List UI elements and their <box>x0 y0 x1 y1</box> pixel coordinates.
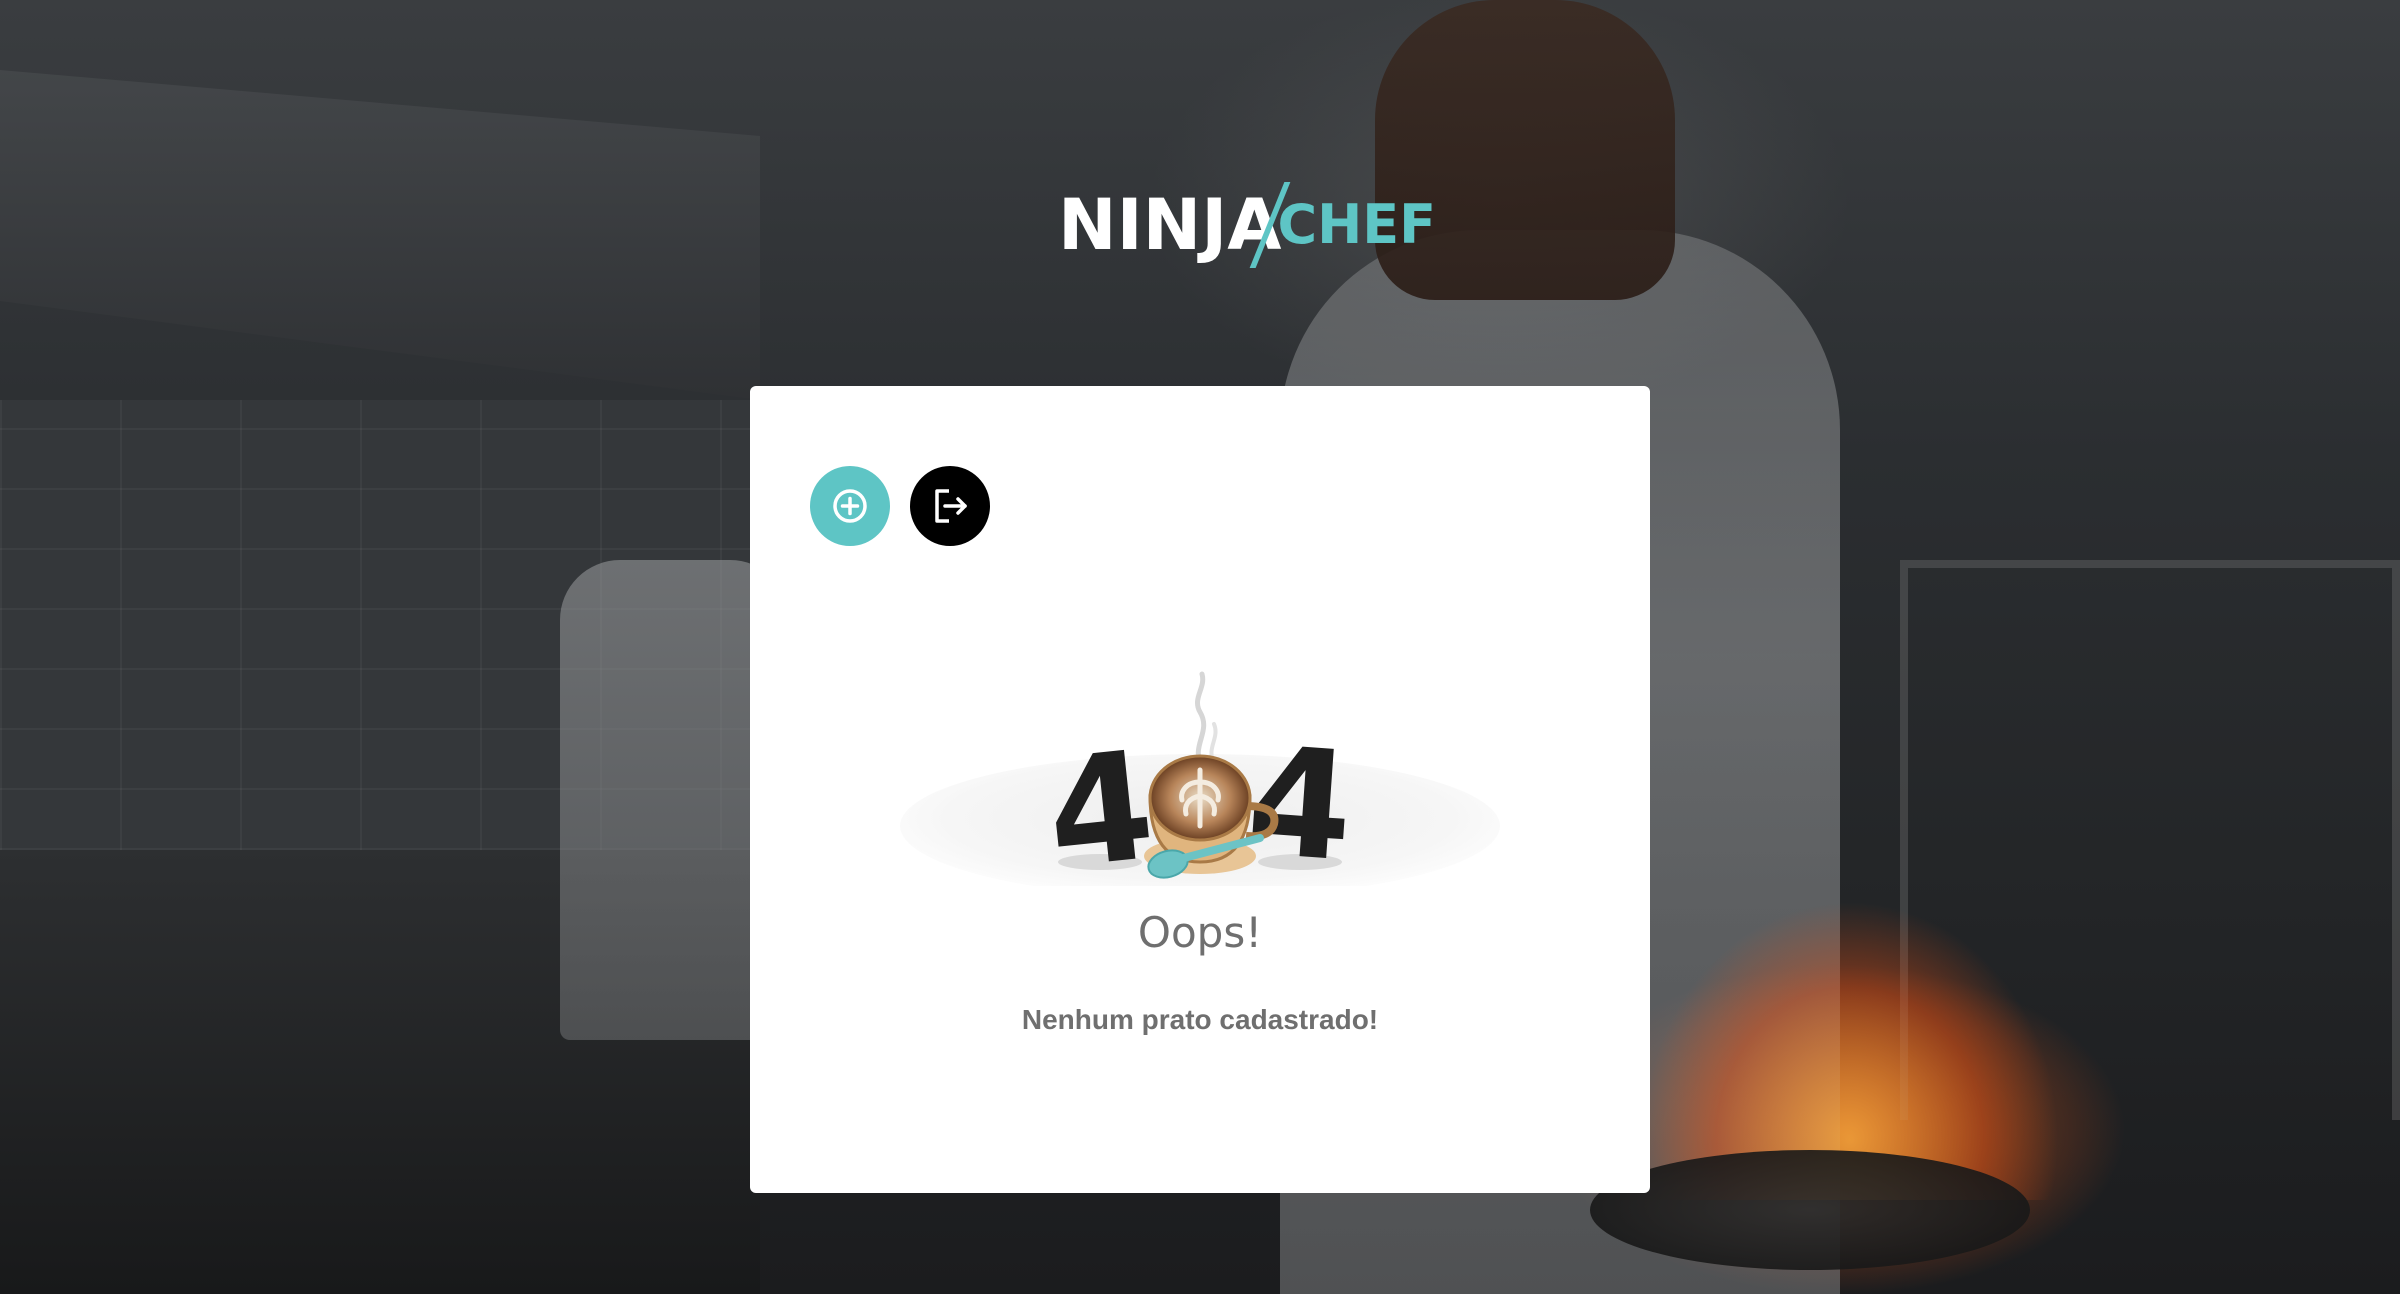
empty-state-illustration: 4 4 <box>900 671 1500 886</box>
background-pan <box>1590 1150 2030 1270</box>
empty-state-message: Nenhum prato cadastrado! <box>1021 1004 1379 1035</box>
background-hood <box>0 70 760 400</box>
logout-icon <box>935 489 967 523</box>
digit-right: 4 <box>1242 715 1358 886</box>
empty-state-title: Oops! <box>1137 908 1263 957</box>
logo-text-ninja: NINJA <box>1058 184 1282 266</box>
add-dish-button[interactable] <box>810 466 890 546</box>
logo-text-chef: CHEF <box>1277 193 1437 256</box>
logout-button[interactable] <box>910 466 990 546</box>
dishes-card: 4 4 Oops! Nenhum prato cadastrado! <box>750 386 1650 1193</box>
plus-circle-icon <box>833 489 867 523</box>
steam-shape <box>1195 671 1207 769</box>
brand-logo: NINJA CHEF <box>1058 180 1436 270</box>
digit-left: 4 <box>1040 719 1162 886</box>
